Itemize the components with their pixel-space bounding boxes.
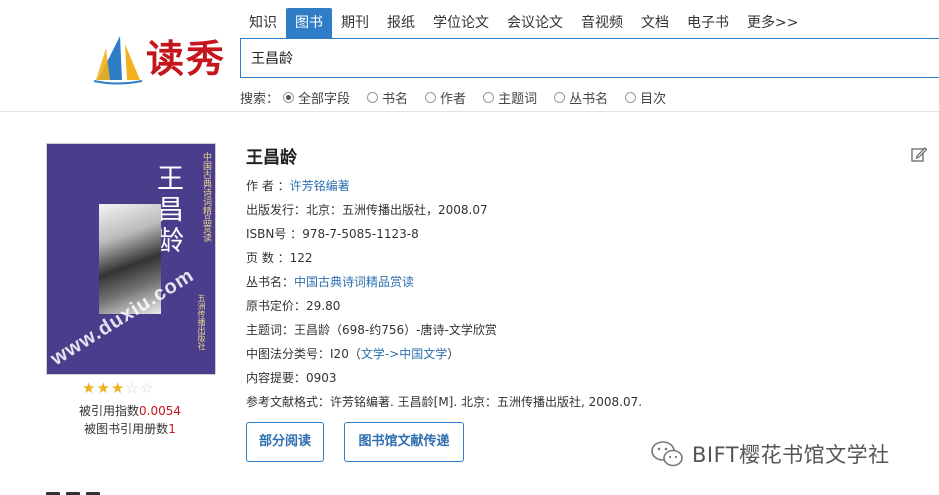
citation-index-value: 0.0054	[139, 404, 181, 418]
search-options-label: 搜索：	[240, 91, 280, 107]
wechat-watermark-text: BIFT樱花书馆文学社	[692, 443, 890, 467]
pages-row: 页 数 ：122	[246, 251, 313, 265]
logo-text: 读秀	[146, 36, 227, 81]
cover-publisher: 五洲传播出版社	[197, 294, 206, 350]
subject-row: 主题词：王昌龄（698-约756）-唐诗-文学欣赏	[246, 323, 497, 337]
cover-series-text: 中国古典诗词精品赏读	[201, 152, 211, 242]
option-title[interactable]: 书名	[367, 88, 408, 107]
rating-stars[interactable]: ★ ★ ★ ☆ ☆	[82, 380, 154, 396]
tab-knowledge[interactable]: 知识	[240, 8, 286, 38]
publish-row: 出版发行：北京：五洲传播出版社，2008.07	[246, 203, 488, 217]
partial-read-button[interactable]: 部分阅读	[246, 422, 324, 462]
radio-icon[interactable]	[283, 91, 295, 103]
category-tabs: 知识 图书 期刊 报纸 学位论文 会议论文 音视频 文档 电子书 更多>>	[240, 8, 807, 38]
tab-theses[interactable]: 学位论文	[424, 8, 498, 38]
search-box	[240, 38, 939, 78]
series-row: 丛书名：中国古典诗词精品赏读	[246, 275, 415, 289]
header: 读秀 知识 图书 期刊 报纸 学位论文 会议论文 音视频 文档 电子书 更多>>…	[0, 0, 939, 112]
book-cover[interactable]: 中国古典诗词精品赏读 王昌龄 五洲传播出版社 www.duxiu.com	[46, 143, 216, 375]
wechat-icon	[651, 441, 683, 467]
radio-icon[interactable]	[367, 91, 379, 103]
tab-journals[interactable]: 期刊	[332, 8, 378, 38]
tab-newspapers[interactable]: 报纸	[378, 8, 424, 38]
star-empty-icon[interactable]: ☆	[125, 380, 138, 396]
option-all-fields[interactable]: 全部字段	[283, 88, 350, 107]
tab-books[interactable]: 图书	[286, 8, 332, 38]
cover-title: 王昌龄	[152, 164, 183, 257]
citation-books: 被图书引用册数1	[84, 422, 176, 436]
book-title: 王昌龄	[246, 148, 297, 168]
citation-books-value: 1	[168, 422, 176, 436]
radio-icon[interactable]	[625, 91, 637, 103]
library-delivery-button[interactable]: 图书馆文献传递	[344, 422, 464, 462]
option-author[interactable]: 作者	[425, 88, 466, 107]
price-row: 原书定价：29.80	[246, 299, 341, 313]
radio-icon[interactable]	[483, 91, 495, 103]
classification-link[interactable]: 文学->中国文学	[361, 347, 447, 361]
tab-ebooks[interactable]: 电子书	[678, 8, 738, 38]
isbn-row: ISBN号 ：978-7-5085-1123-8	[246, 227, 419, 241]
edit-icon[interactable]	[911, 146, 927, 162]
tab-documents[interactable]: 文档	[632, 8, 678, 38]
search-input[interactable]	[241, 39, 939, 77]
wechat-watermark: BIFT樱花书馆文学社	[650, 437, 890, 471]
star-filled-icon[interactable]: ★	[96, 380, 109, 396]
series-link[interactable]: 中国古典诗词精品赏读	[294, 275, 414, 289]
option-series[interactable]: 丛书名	[554, 88, 608, 107]
summary-row: 内容提要：0903	[246, 371, 337, 385]
option-toc[interactable]: 目次	[625, 88, 666, 107]
star-filled-icon[interactable]: ★	[111, 380, 124, 396]
reference-row: 参考文献格式：许芳铭编著. 王昌龄[M]. 北京：五洲传播出版社, 2008.0…	[246, 395, 643, 409]
star-empty-icon[interactable]: ☆	[140, 380, 153, 396]
citation-index: 被引用指数0.0054	[78, 404, 181, 418]
radio-icon[interactable]	[554, 91, 566, 103]
search-options: 搜索： 全部字段 书名 作者 主题词 丛书名 目次	[240, 87, 683, 107]
option-subject[interactable]: 主题词	[483, 88, 537, 107]
tab-more[interactable]: 更多>>	[738, 8, 807, 38]
classification-row: 中图法分类号：I20（文学->中国文学）	[246, 347, 460, 361]
tab-audio-video[interactable]: 音视频	[572, 8, 632, 38]
next-section-heading-fragment	[46, 486, 136, 495]
radio-icon[interactable]	[425, 91, 437, 103]
author-link[interactable]: 许芳铭编著	[290, 179, 350, 193]
author-row: 作 者 ：许芳铭编著	[246, 179, 350, 193]
tab-conference-papers[interactable]: 会议论文	[498, 8, 572, 38]
star-filled-icon[interactable]: ★	[82, 380, 95, 396]
